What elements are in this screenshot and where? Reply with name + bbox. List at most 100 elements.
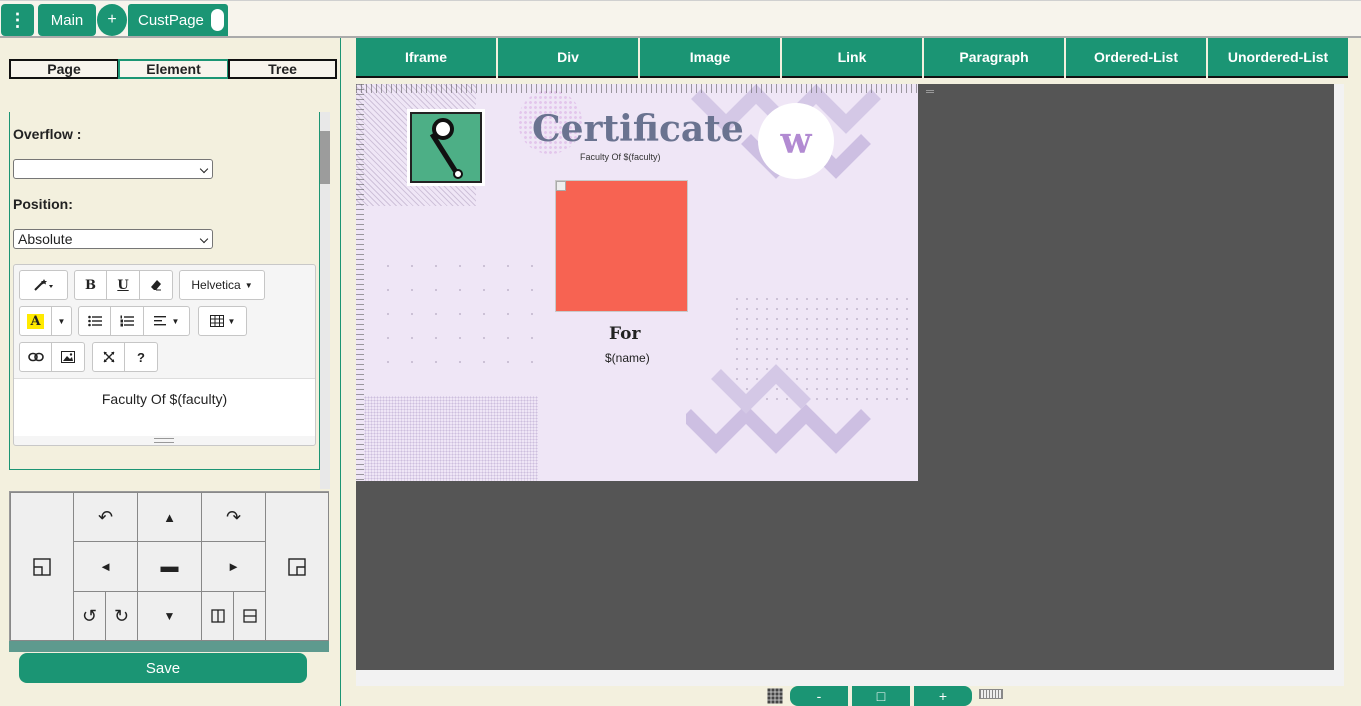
position-label: Position: xyxy=(13,196,73,212)
ruler-left xyxy=(356,84,364,481)
highlight-a-icon: A xyxy=(27,313,44,329)
corner-top-left-icon xyxy=(33,557,51,576)
certificate-faculty[interactable]: Faculty Of $(faculty) xyxy=(580,152,661,162)
rotate-right-button[interactable]: ↻ xyxy=(105,591,138,641)
zoom-reset-button[interactable]: □ xyxy=(852,686,910,706)
add-unordered-list-button[interactable]: Unordered-List xyxy=(1208,38,1348,78)
certificate-name[interactable]: $(name) xyxy=(605,351,650,365)
position-select[interactable]: Absolute xyxy=(13,229,213,249)
misc-group: ? xyxy=(92,342,158,372)
overflow-label: Overflow : xyxy=(13,126,82,142)
rich-text-editor: B U Helvetica ▼ A ▼ ▼ ▼ ? Faculty Of $(f… xyxy=(13,264,316,446)
tab-main[interactable]: Main xyxy=(38,4,96,36)
add-ordered-list-button[interactable]: Ordered-List xyxy=(1066,38,1206,78)
split-horizontal-button[interactable] xyxy=(233,591,266,641)
tab-element[interactable]: Element xyxy=(118,59,229,79)
add-image-button[interactable]: Image xyxy=(640,38,780,78)
split-vertical-icon xyxy=(210,609,225,623)
move-right-button[interactable]: ► xyxy=(201,541,266,592)
highlight-button[interactable]: A xyxy=(19,306,52,336)
save-button[interactable]: Save xyxy=(19,653,307,683)
insert-image-button[interactable] xyxy=(52,342,85,372)
workspace-bottom-edge xyxy=(356,670,1344,686)
ruler-top xyxy=(356,84,918,93)
move-left-button[interactable]: ◄ xyxy=(73,541,138,592)
caret-down-icon: ▼ xyxy=(171,316,180,326)
bullet-list-button[interactable] xyxy=(78,306,111,336)
align-top-left-button[interactable] xyxy=(10,492,74,641)
clear-format-button[interactable] xyxy=(140,270,173,300)
editor-resize-handle[interactable] xyxy=(154,438,174,443)
pin-logo-icon xyxy=(429,118,463,179)
tab-tree[interactable]: Tree xyxy=(228,59,337,79)
position-select-value: Absolute xyxy=(18,231,73,247)
decor-dense-dots xyxy=(364,396,538,481)
workspace-right-edge xyxy=(1334,84,1344,686)
tab-custpage-label: CustPage xyxy=(138,11,204,29)
table-dropdown[interactable]: ▼ xyxy=(198,306,247,336)
redo-button[interactable]: ↷ xyxy=(201,492,266,542)
panel-scroll-thumb[interactable] xyxy=(320,131,330,184)
numbered-list-button[interactable] xyxy=(111,306,144,336)
tab-toggle[interactable] xyxy=(211,9,224,31)
position-control-pad: ↶ ▲ ↷ ◄ ▬ ► ↺ ↻ ▼ xyxy=(9,491,329,641)
ruler-toggle-icon[interactable] xyxy=(979,689,1003,699)
magic-wand-icon xyxy=(33,279,53,291)
style-magic-button[interactable] xyxy=(19,270,68,300)
split-horizontal-icon xyxy=(242,609,257,623)
editor-content-text: Faculty Of $(faculty) xyxy=(101,391,228,407)
move-up-button[interactable]: ▲ xyxy=(137,492,202,542)
expand-icon xyxy=(103,351,114,363)
fullscreen-button[interactable] xyxy=(92,342,125,372)
align-bottom-right-button[interactable] xyxy=(265,492,329,641)
link-icon xyxy=(27,352,44,362)
certificate-logo[interactable] xyxy=(407,109,485,186)
tab-page[interactable]: Page xyxy=(9,59,119,79)
eraser-icon xyxy=(151,280,161,291)
grid-icon xyxy=(767,688,783,704)
editor-content[interactable]: Faculty Of $(faculty) xyxy=(14,378,315,436)
caret-down-icon: ▼ xyxy=(57,316,66,326)
overflow-select[interactable] xyxy=(13,159,213,179)
zoom-out-button[interactable]: - xyxy=(790,686,848,706)
add-div-button[interactable]: Div xyxy=(498,38,638,78)
insert-group xyxy=(19,342,85,372)
font-family-dropdown[interactable]: Helvetica ▼ xyxy=(179,270,265,300)
undo-button[interactable]: ↶ xyxy=(73,492,138,542)
insert-link-button[interactable] xyxy=(19,342,52,372)
center-button[interactable]: ▬ xyxy=(137,541,202,592)
color-group: A ▼ xyxy=(19,306,72,336)
control-pad-footer xyxy=(9,641,329,652)
add-iframe-button[interactable]: Iframe xyxy=(356,38,496,78)
align-left-icon xyxy=(153,316,166,326)
add-paragraph-button[interactable]: Paragraph xyxy=(924,38,1064,78)
bold-button[interactable]: B xyxy=(74,270,107,300)
decor-zigzag-bottom xyxy=(686,364,871,454)
image-icon xyxy=(61,351,75,363)
move-down-button[interactable]: ▼ xyxy=(137,591,202,641)
grid-toggle-button[interactable] xyxy=(767,688,783,704)
text-format-group: B U xyxy=(74,270,173,300)
top-tab-bar: ⋮ Main + CustPage xyxy=(0,0,1361,38)
paragraph-group: ▼ xyxy=(78,306,190,336)
photo-placeholder[interactable] xyxy=(555,180,688,312)
add-link-button[interactable]: Link xyxy=(782,38,922,78)
align-dropdown[interactable]: ▼ xyxy=(144,306,190,336)
color-dropdown[interactable]: ▼ xyxy=(52,306,72,336)
help-button[interactable]: ? xyxy=(125,342,158,372)
tab-custpage[interactable]: CustPage xyxy=(128,4,228,36)
certificate-badge[interactable]: w xyxy=(758,103,834,179)
menu-button[interactable]: ⋮ xyxy=(1,4,34,36)
panel-divider xyxy=(340,38,341,706)
underline-button[interactable]: U xyxy=(107,270,140,300)
broken-image-icon xyxy=(556,181,566,191)
canvas-resize-handle[interactable] xyxy=(926,90,934,93)
add-page-button[interactable]: + xyxy=(97,4,127,36)
zoom-in-button[interactable]: + xyxy=(914,686,972,706)
certificate-title[interactable]: Certificate xyxy=(532,108,744,150)
font-family-value: Helvetica xyxy=(191,278,241,292)
certificate-canvas[interactable]: Certificate Faculty Of $(faculty) w For … xyxy=(356,84,918,481)
rotate-left-button[interactable]: ↺ xyxy=(73,591,106,641)
split-vertical-button[interactable] xyxy=(201,591,234,641)
certificate-for-label[interactable]: For xyxy=(609,324,640,344)
